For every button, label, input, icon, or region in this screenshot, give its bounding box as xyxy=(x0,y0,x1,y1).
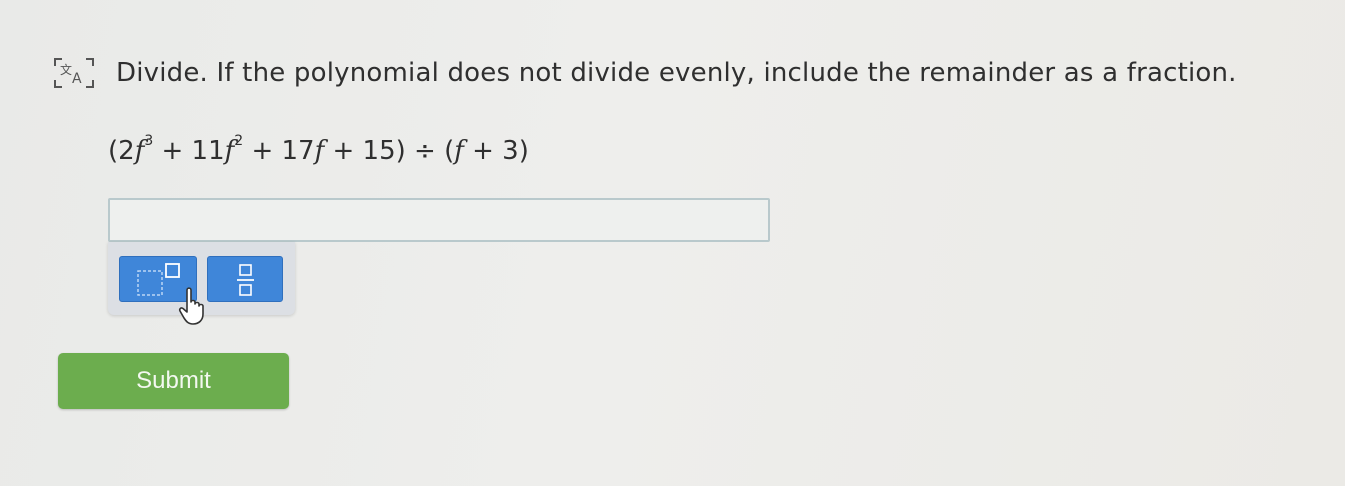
question-instruction: Divide. If the polynomial does not divid… xyxy=(116,58,1237,88)
fraction-key-button[interactable] xyxy=(207,256,283,302)
expr-part-2: + 11 xyxy=(153,136,225,166)
hand-pointer-icon xyxy=(178,286,208,326)
expr-var-2: f xyxy=(224,136,235,166)
expr-var-3: f xyxy=(314,136,325,166)
submit-button[interactable]: Submit xyxy=(58,353,289,409)
expr-exponent-2: 2 xyxy=(234,133,244,150)
translate-icon[interactable]: 文 A xyxy=(52,54,96,92)
answer-input[interactable] xyxy=(108,198,770,242)
problem-page: 文 A Divide. If the polynomial does not d… xyxy=(0,0,1345,486)
expr-part-4: + 15) ÷ ( xyxy=(324,136,455,166)
expr-open: (2 xyxy=(108,136,135,166)
expr-part-3: + 17 xyxy=(243,136,315,166)
expr-var-4: f xyxy=(454,136,464,166)
expr-exponent-1: 3 xyxy=(144,133,154,150)
expr-close: + 3) xyxy=(463,136,529,166)
svg-text:A: A xyxy=(72,71,82,87)
math-expression: (2f3 + 11f2 + 17f + 15) ÷ (f + 3) xyxy=(108,133,529,166)
expr-var-1: f xyxy=(134,136,145,166)
svg-text:文: 文 xyxy=(60,62,72,77)
